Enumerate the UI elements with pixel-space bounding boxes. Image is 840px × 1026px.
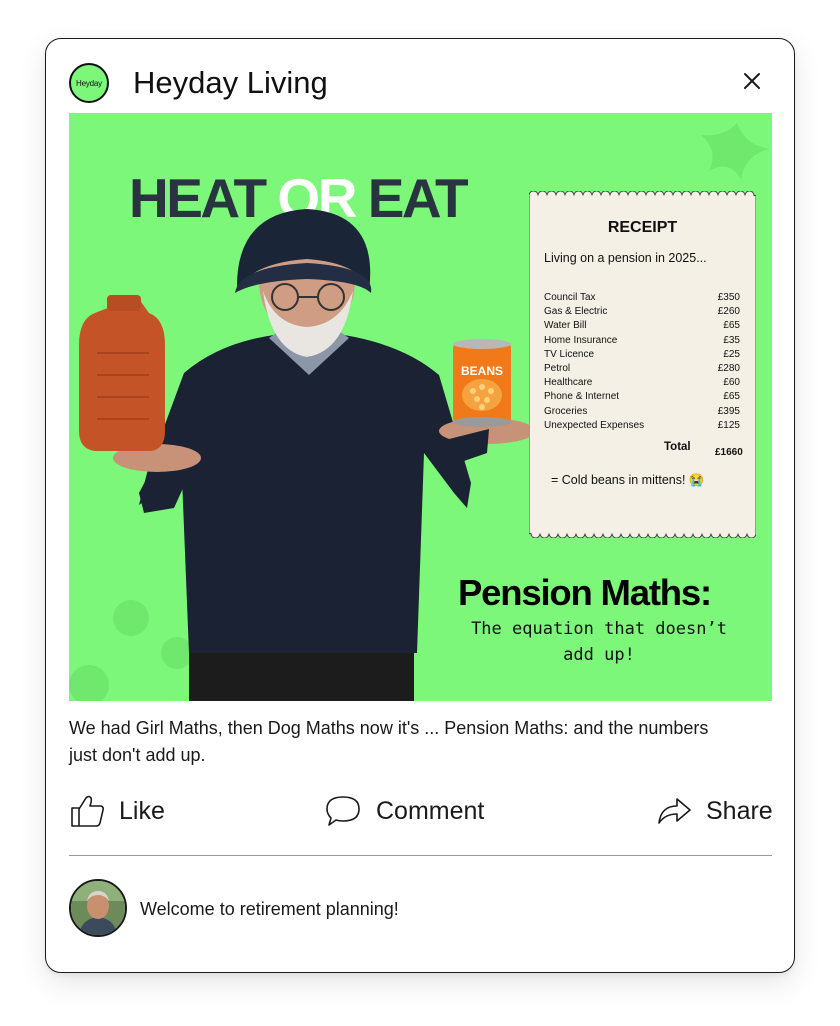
receipt-item-label: Gas & Electric xyxy=(544,306,608,318)
receipt-item-amount: £60 xyxy=(723,377,740,389)
post-caption: We had Girl Maths, then Dog Maths now it… xyxy=(69,718,709,765)
comment-text: Welcome to retirement planning! xyxy=(140,899,399,919)
receipt-item: Groceries £395 xyxy=(544,405,740,419)
receipt-items: Council Tax £350 Gas & Electric £260 Water B… xyxy=(544,291,740,433)
avatar-photo xyxy=(71,881,125,935)
pension-subtitle: The equation that doesn’t add up! xyxy=(471,619,727,665)
receipt-item-amount: £65 xyxy=(723,391,740,403)
comment-button[interactable]: Comment xyxy=(324,791,484,831)
can-label: BEANS xyxy=(461,364,503,378)
receipt-item-amount: £25 xyxy=(723,348,740,360)
share-label: Share xyxy=(706,796,773,825)
receipt-item-amount: £260 xyxy=(717,306,740,318)
receipt-item: TV Licence £25 xyxy=(544,348,740,362)
receipt: RECEIPT Living on a pension in 2025... C… xyxy=(529,191,756,538)
pension-title: Pension Maths: xyxy=(458,572,712,613)
share-button[interactable]: Share xyxy=(656,791,773,831)
receipt-item: Home Insurance £35 xyxy=(544,334,740,348)
receipt-item: Unexpected Expenses £125 xyxy=(544,419,740,433)
avatar[interactable] xyxy=(69,879,127,937)
receipt-item-label: Unexpected Expenses xyxy=(544,419,645,431)
receipt-total-value: £1660 xyxy=(715,447,743,458)
receipt-item-label: Petrol xyxy=(544,363,571,375)
receipt-item-label: Groceries xyxy=(544,405,588,417)
like-label: Like xyxy=(119,796,165,825)
receipt-item: Council Tax £350 xyxy=(544,291,740,305)
receipt-item-label: Home Insurance xyxy=(544,334,618,346)
receipt-item-amount: £35 xyxy=(723,334,740,346)
comment-label: Comment xyxy=(376,796,485,825)
like-button[interactable]: Like xyxy=(69,791,165,831)
receipt-item-amount: £65 xyxy=(723,320,740,332)
receipt-item: Petrol £280 xyxy=(544,362,740,376)
receipt-title: RECEIPT xyxy=(607,219,678,236)
receipt-item-amount: £395 xyxy=(717,405,740,417)
receipt-item-amount: £350 xyxy=(717,292,740,303)
receipt-item: Phone & Internet £65 xyxy=(544,390,740,404)
receipt-item-amount: £280 xyxy=(717,363,740,375)
thumbs-up-icon xyxy=(71,795,105,827)
share-arrow-icon xyxy=(658,798,691,824)
receipt-item: Healthcare £60 xyxy=(544,376,740,390)
receipt-total-label: Total xyxy=(664,441,691,453)
receipt-item-label: TV Licence xyxy=(544,348,595,360)
logo-text: Heyday xyxy=(76,78,102,88)
close-button[interactable] xyxy=(740,69,764,93)
receipt-item: Gas & Electric £260 xyxy=(544,305,740,319)
post-image[interactable]: HEAT OR EAT BEANS RECEIPT Living on a pe… xyxy=(69,113,772,701)
receipt-item-label: Healthcare xyxy=(544,377,593,389)
close-icon xyxy=(744,73,760,89)
receipt-item-label: Phone & Internet xyxy=(544,391,620,403)
speech-bubble-icon xyxy=(326,796,360,826)
receipt-item-label: Council Tax xyxy=(544,292,596,303)
receipt-item: Water Bill £65 xyxy=(544,319,740,333)
receipt-note: = Cold beans in mittens! 😭 xyxy=(551,473,705,487)
divider xyxy=(69,855,772,856)
receipt-subtitle: Living on a pension in 2025... xyxy=(544,251,707,265)
brand-name[interactable]: Heyday Living xyxy=(133,65,328,101)
receipt-item-label: Water Bill xyxy=(544,320,587,332)
post-card: Heyday Heyday Living HEAT OR EAT BEANS R… xyxy=(45,38,795,973)
brand-logo[interactable]: Heyday xyxy=(69,63,109,103)
receipt-item-amount: £125 xyxy=(717,419,740,431)
